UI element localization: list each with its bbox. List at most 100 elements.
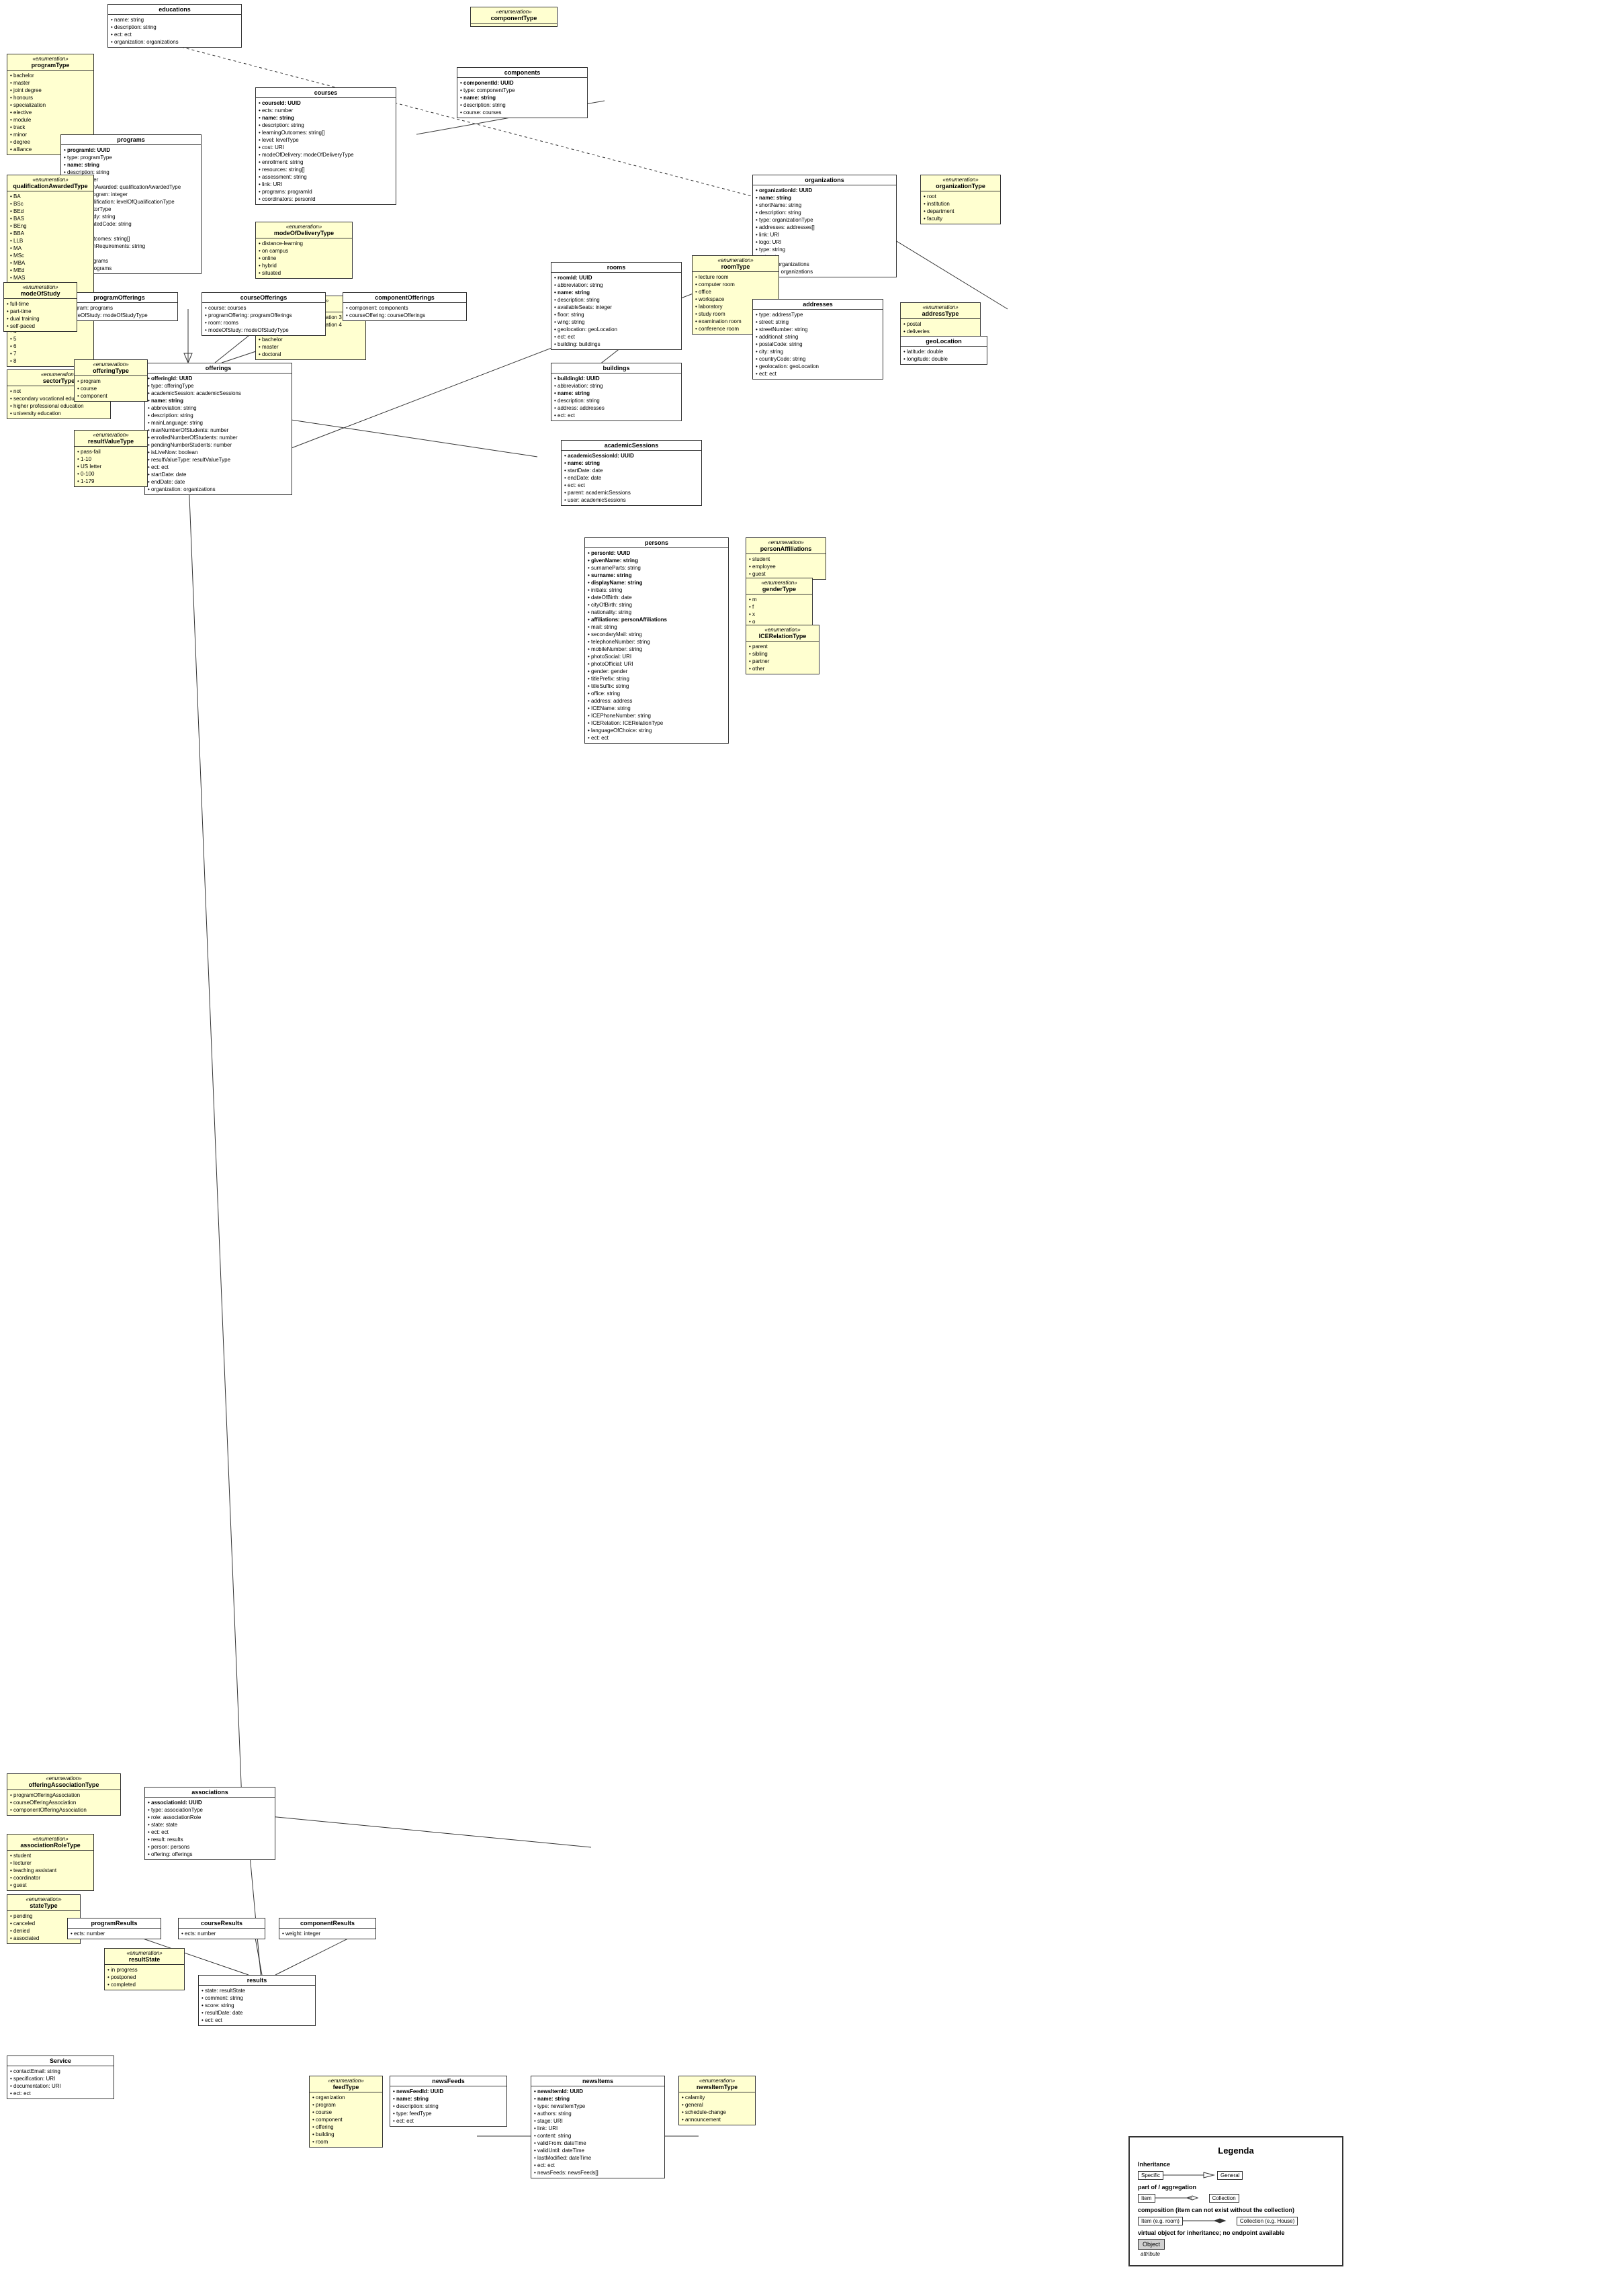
prog-f3: name: string	[64, 161, 198, 169]
newsitems-body: newsItemId: UUID name: string type: news…	[531, 2086, 664, 2178]
geolocation-box: geoLocation latitude: double longitude: …	[900, 336, 987, 365]
enum-offassoctype: «enumeration» offeringAssociationType pr…	[7, 1773, 121, 1816]
prog-f2: type: programType	[64, 154, 198, 161]
addresses-header: addresses	[753, 300, 883, 310]
rooms-body: roomId: UUID abbreviation: string name: …	[551, 273, 681, 349]
rooms-header: rooms	[551, 263, 681, 273]
rooms-box: rooms roomId: UUID abbreviation: string …	[551, 262, 682, 350]
addresses-body: type: addressType street: string streetN…	[753, 310, 883, 379]
academicsessions-title: academicSessions	[605, 442, 659, 449]
newsfeeds-title: newsFeeds	[432, 2078, 465, 2084]
courses-title: courses	[314, 89, 338, 96]
enum-orgtype-name: organizationType	[936, 183, 985, 189]
enum-feedtype: «enumeration» feedType organization prog…	[309, 2076, 383, 2148]
offerings-title: offerings	[206, 365, 232, 371]
enum-feedtype-name: feedType	[333, 2084, 359, 2090]
service-box: Service contactEmail: string specificati…	[7, 2056, 114, 2099]
enum-qual-name: qualificationAwardedType	[13, 183, 87, 189]
newsfeeds-box: newsFeeds newsFeedId: UUID name: string …	[390, 2076, 507, 2127]
enum-resval-header: «enumeration» resultValueType	[75, 431, 147, 447]
enum-modestudy-body: full-time part-time dual training self-p…	[4, 299, 77, 331]
enum-feedtype-header: «enumeration» feedType	[310, 2076, 382, 2092]
courseresults-header: courseResults	[179, 1918, 265, 1929]
enum-modedelivery: «enumeration» modeOfDeliveryType distanc…	[255, 222, 353, 279]
addresses-box: addresses type: addressType street: stri…	[752, 299, 883, 380]
courseresults-title: courseResults	[201, 1920, 242, 1927]
persons-header: persons	[585, 538, 728, 548]
legend-inheritance-arrow	[1163, 2170, 1217, 2180]
courseresults-body: ects: number	[179, 1929, 265, 1939]
legend-composition-label: composition (item can not exist without …	[1138, 2207, 1334, 2213]
legend-inheritance-row: Specific General	[1138, 2170, 1334, 2180]
enum-assocroletype: «enumeration» associationRoleType studen…	[7, 1834, 94, 1891]
progoff-title: programOfferings	[93, 294, 145, 301]
legend-item-eg-box: Item (e.g. room)	[1138, 2217, 1183, 2225]
enum-assocroletype-header: «enumeration» associationRoleType	[7, 1835, 93, 1851]
enum-gendertype: «enumeration» genderType m f x o	[746, 578, 813, 627]
legend-specific-box: Specific	[1138, 2171, 1163, 2180]
enum-personaff-body: student employee guest	[746, 554, 826, 579]
enum-modestudy-header: «enumeration» modeOfStudy	[4, 283, 77, 299]
programresults-title: programResults	[91, 1920, 137, 1927]
legend-composition-row: Item (e.g. room) Collection (e.g. House)	[1138, 2216, 1334, 2225]
enum-icerelation-body: parent sibling partner other	[746, 642, 819, 674]
geolocation-title: geoLocation	[926, 338, 962, 345]
educations-title: educations	[159, 6, 191, 13]
legend-virtual-label: virtual object for inheritance; no endpo…	[1138, 2229, 1334, 2236]
results-box: results state: resultState comment: stri…	[198, 1975, 316, 2026]
legend-collection-eg-box: Collection (e.g. House)	[1237, 2217, 1298, 2225]
enum-resultvalue: «enumeration» resultValueType pass-fail …	[74, 430, 148, 487]
associations-header: associations	[145, 1787, 275, 1798]
enum-offtype-name: offeringType	[93, 367, 129, 374]
results-header: results	[199, 1976, 315, 1986]
enum-qual-header: «enumeration» qualificationAwardedType	[7, 175, 93, 191]
courses-body: courseId: UUID ects: number name: string…	[256, 98, 396, 204]
pt-8: track	[10, 124, 91, 131]
enum-addrtype-header: «enumeration» addressType	[901, 303, 980, 319]
componentresults-body: weight: integer	[279, 1929, 375, 1939]
educations-field-1: name: string	[111, 16, 238, 24]
enum-orgtype-body: root institution department faculty	[921, 191, 1000, 224]
enum-offtype-body: program course component	[75, 376, 147, 401]
programofferings-box: programOfferings program: programs modeO…	[60, 292, 178, 321]
associations-body: associationId: UUID type: associationTyp…	[145, 1798, 275, 1859]
buildings-box: buildings buildingId: UUID abbreviation:…	[551, 363, 682, 421]
educations-field-3: ect: ect	[111, 31, 238, 38]
componentresults-title: componentResults	[300, 1920, 355, 1927]
legend-item-box: Item	[1138, 2194, 1155, 2203]
service-body: contactEmail: string specification: URI …	[7, 2066, 114, 2099]
courseoff-body: course: courses programOffering: program…	[202, 303, 325, 335]
compoff-body: component: components courseOffering: co…	[343, 303, 466, 320]
educations-field-2: description: string	[111, 24, 238, 31]
courses-box: courses courseId: UUID ects: number name…	[255, 87, 396, 205]
geolocation-header: geoLocation	[901, 337, 987, 347]
legend-aggregation-arrow	[1155, 2193, 1209, 2203]
legend-title: Legenda	[1138, 2146, 1334, 2156]
legend-collection-box: Collection	[1209, 2194, 1239, 2203]
academicsessions-box: academicSessions academicSessionId: UUID…	[561, 440, 702, 506]
enum-gendertype-name: genderType	[762, 586, 796, 592]
enum-roomtype-name: roomType	[721, 263, 750, 270]
service-title: Service	[50, 2058, 71, 2064]
pt-7: module	[10, 116, 91, 124]
results-body: state: resultState comment: string score…	[199, 1986, 315, 2025]
legend-attribute-label: attribute	[1141, 2251, 1334, 2257]
enum-programtype-name: programType	[32, 62, 70, 69]
enum-comptype-name: componentType	[491, 15, 537, 21]
newsfeeds-body: newsFeedId: UUID name: string descriptio…	[390, 2086, 506, 2126]
newsitems-box: newsItems newsItemId: UUID name: string …	[531, 2076, 665, 2178]
enum-newsitemtype-header: «enumeration» newsItemType	[679, 2076, 755, 2092]
enum-newsitemtype-name: newsItemType	[697, 2084, 738, 2090]
pt-5: specialization	[10, 101, 91, 109]
offerings-box: offerings offeringId: UUID type: offerin…	[144, 363, 292, 495]
enum-offeringtype: «enumeration» offeringType program cours…	[74, 359, 148, 402]
enum-newsitemtype-body: calamity general schedule-change announc…	[679, 2092, 755, 2125]
educations-box: educations name: string description: str…	[107, 4, 242, 48]
enum-modestudy: «enumeration» modeOfStudy full-time part…	[3, 282, 77, 332]
newsitems-header: newsItems	[531, 2076, 664, 2086]
enum-statetype-header: «enumeration» stateType	[7, 1895, 80, 1911]
persons-box: persons personId: UUID givenName: string…	[584, 537, 729, 744]
rooms-title: rooms	[607, 264, 626, 271]
courseresults-box: courseResults ects: number	[178, 1918, 265, 1939]
enum-gendertype-body: m f x o	[746, 594, 812, 627]
